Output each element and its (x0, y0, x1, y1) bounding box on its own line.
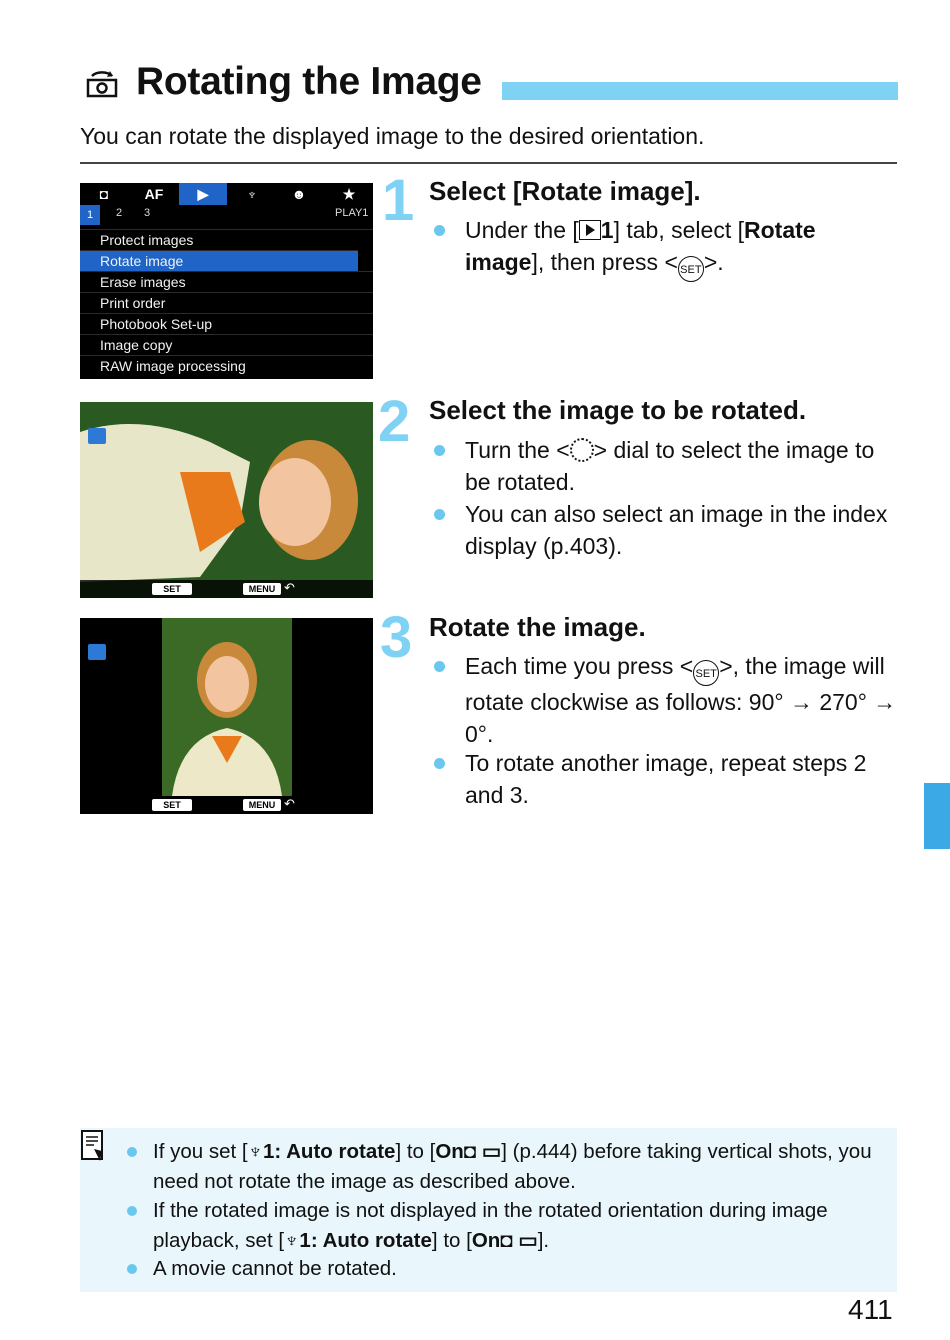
screen-bottom-bar: SET MENU ↶ (80, 580, 373, 598)
menu-item: Erase images (80, 271, 373, 292)
bullet-dot (434, 758, 445, 769)
set-button-icon: SET (677, 256, 704, 282)
step-number-3: 3 (380, 605, 413, 670)
tab-playback-icon: ▶ (179, 183, 227, 205)
menu-item: RAW image processing (80, 355, 373, 376)
tab-shooting-icon: ◘ (99, 186, 109, 202)
rotate-mode-icon (88, 428, 106, 444)
menu-number-row: 1 2 3 PLAY1 (80, 205, 373, 225)
note-item-2: If the rotated image is not displayed in… (153, 1199, 828, 1252)
note-icon (81, 1130, 103, 1161)
bullet-dot (434, 661, 445, 672)
bullet-dot (434, 509, 445, 520)
tab-number-3: 3 (144, 207, 151, 219)
step-title-2: Select the image to be rotated. (429, 395, 807, 425)
tab-setup-icon: ♆ (246, 186, 258, 202)
camera-menu-screen: ◘ AF ▶ ♆ ☻ ★ 1 2 3 PLAY1 Protect images … (80, 183, 373, 379)
set-button-label: SET (152, 799, 192, 811)
note-item-1: If you set [♆1: Auto rotate] to [On◘ ▭] … (153, 1140, 872, 1193)
menu-button-label: MENU (243, 583, 281, 595)
note-item-3: A movie cannot be rotated. (153, 1257, 397, 1280)
back-arrow-icon: ↶ (284, 580, 295, 595)
menu-item: Image copy (80, 334, 373, 355)
main-dial-icon (569, 438, 594, 462)
step-number-2: 2 (378, 389, 411, 454)
set-button-label: SET (152, 583, 192, 595)
menu-item: Print order (80, 292, 373, 313)
menu-item: Photobook Set-up (80, 313, 373, 334)
divider (80, 162, 897, 164)
intro-text: You can rotate the displayed image to th… (80, 123, 705, 149)
menu-item: Protect images (80, 229, 373, 250)
playback-tab-icon (578, 220, 601, 240)
tab-tag: PLAY1 (335, 207, 369, 219)
step-3-instruction-2: To rotate another image, repeat steps 2 … (465, 750, 867, 808)
title-accent-bar (502, 82, 898, 100)
menu-button-label: MENU (243, 799, 281, 811)
portrait-photo-upright (80, 618, 373, 814)
bullet-dot (434, 225, 445, 236)
rotate-image-icon (86, 71, 118, 98)
back-arrow-icon: ↶ (284, 796, 295, 811)
step-title-3: Rotate the image. (429, 612, 646, 642)
tab-number-1: 1 (80, 205, 100, 225)
tab-number-2: 2 (116, 207, 123, 219)
note-bullet-dot (127, 1147, 137, 1157)
screen-bottom-bar: SET MENU ↶ (80, 796, 373, 814)
step-number-1: 1 (382, 168, 415, 233)
step-title-1: Select [Rotate image]. (429, 176, 701, 206)
step-2-instruction-1: Turn the < > dial to select the image to … (465, 437, 875, 495)
tab-mymenu-icon: ★ (342, 186, 356, 202)
menu-tab-row: ◘ AF ▶ ♆ ☻ ★ (80, 183, 373, 205)
note-bullet-dot (127, 1206, 137, 1216)
menu-item-selected: Rotate image (80, 250, 358, 271)
step-1-instruction: Under the [1] tab, select [Rotate image]… (465, 214, 895, 282)
chapter-side-tab (924, 783, 950, 849)
tab-af: AF (144, 186, 164, 202)
set-button-icon: SET (693, 660, 720, 686)
upright-photo-screen: SET MENU ↶ (80, 618, 373, 814)
portrait-photo-rotated (80, 402, 373, 598)
step-2-instruction-2: You can also select an image in the inde… (465, 501, 888, 559)
step-3-instruction-1: Each time you press < SET>, the image wil… (465, 653, 897, 747)
page-number: 411 (848, 1294, 893, 1325)
rotated-photo-screen: SET MENU ↶ (80, 402, 373, 598)
page-title: Rotating the Image (136, 60, 482, 103)
note-bullet-dot (127, 1264, 137, 1274)
tab-custom-icon: ☻ (291, 186, 307, 202)
bullet-dot (434, 445, 445, 456)
rotate-mode-icon (88, 644, 106, 660)
